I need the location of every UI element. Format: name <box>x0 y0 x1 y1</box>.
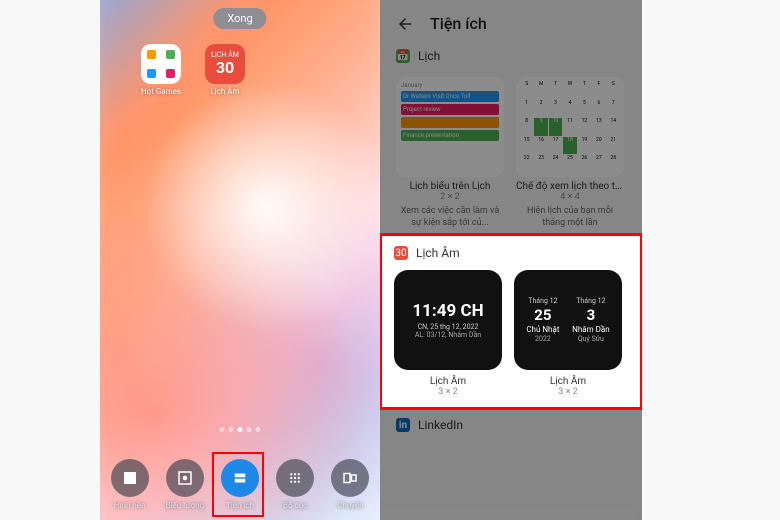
page-indicator[interactable] <box>220 427 261 432</box>
widget-picker: Tiện ích 📅 Lịch January Dr Watson Visit … <box>380 0 642 520</box>
section-label: LinkedIn <box>418 418 463 432</box>
widget-size: 3 × 2 <box>514 387 622 397</box>
done-button[interactable]: Xong <box>213 8 266 29</box>
widget-desc: Xem các việc cần làm và sự kiện sắp tới … <box>396 206 504 229</box>
widget-title: Lịch Âm <box>514 376 622 387</box>
section-lich-am-highlighted: 30 Lịch Âm 11:49 CH CN, 25 thg 12, 2022 … <box>380 233 642 410</box>
hot-games-icon <box>141 44 181 84</box>
widget-size: 2 × 2 <box>396 192 504 202</box>
page-title: Tiện ích <box>430 14 487 33</box>
widget-desc: Hiện lịch của bạn mỗi tháng một lần <box>516 206 624 229</box>
widget-size: 3 × 2 <box>394 387 502 397</box>
widget-calendar-schedule[interactable]: January Dr Watson Visit Once Toll Projec… <box>396 77 504 229</box>
widget-preview: 11:49 CH CN, 25 thg 12, 2022 AL: 03/12, … <box>394 270 502 370</box>
section-linkedin: in LinkedIn <box>380 410 642 436</box>
section-label: Lịch <box>418 49 440 63</box>
calendar-app-icon: 📅 <box>396 49 410 63</box>
transition-icon <box>341 469 359 487</box>
section-calendar: 📅 Lịch <box>380 41 642 67</box>
nav-layout[interactable]: Bố cục <box>270 459 320 510</box>
nav-transition[interactable]: Chuyển <box>325 459 375 510</box>
widget-calendar-month[interactable]: SMTWTFS 1234567 891011121314 15161718192… <box>516 77 624 229</box>
editor-bottom-nav: Hình nền Biểu tượng Tiện ích Bố cục Chuy… <box>100 448 380 520</box>
app-lich-am[interactable]: LỊCH ÂM 30 Lịch Âm <box>202 44 248 96</box>
widget-preview: Tháng 12 25 Chủ Nhật 2022 Tháng 12 3 Nhâ… <box>514 270 622 370</box>
grid-icon <box>286 469 304 487</box>
app-hot-games[interactable]: Hot Games <box>138 44 184 96</box>
linkedin-app-icon: in <box>396 418 410 432</box>
widget-title: Lịch Âm <box>394 376 502 387</box>
widget-size: 4 × 4 <box>516 192 624 202</box>
widget-lich-am-dual[interactable]: Tháng 12 25 Chủ Nhật 2022 Tháng 12 3 Nhâ… <box>514 270 622 397</box>
back-icon[interactable] <box>396 15 414 33</box>
app-label: Hot Games <box>141 87 181 96</box>
nav-widgets[interactable]: Tiện ích <box>215 459 265 510</box>
lich-am-icon: LỊCH ÂM 30 <box>205 44 245 84</box>
nav-icons[interactable]: Biểu tượng <box>160 459 210 510</box>
image-icon <box>121 469 139 487</box>
section-label: Lịch Âm <box>416 246 460 260</box>
circle-icon <box>176 469 194 487</box>
app-label: Lịch Âm <box>210 87 239 96</box>
lich-am-app-icon: 30 <box>394 246 408 260</box>
nav-wallpaper[interactable]: Hình nền <box>105 459 155 510</box>
widget-header: Tiện ích <box>380 0 642 41</box>
widget-preview: SMTWTFS 1234567 891011121314 15161718192… <box>516 77 624 177</box>
widget-title: Lịch biểu trên Lịch <box>396 181 504 192</box>
home-screen-editor: Xong Hot Games LỊCH ÂM 30 Lịch Âm <box>100 0 380 520</box>
widget-title: Chế độ xem lịch theo th... <box>516 181 624 192</box>
widgets-icon <box>231 469 249 487</box>
widget-preview: January Dr Watson Visit Once Toll Projec… <box>396 77 504 177</box>
widget-lich-am-clock[interactable]: 11:49 CH CN, 25 thg 12, 2022 AL: 03/12, … <box>394 270 502 397</box>
